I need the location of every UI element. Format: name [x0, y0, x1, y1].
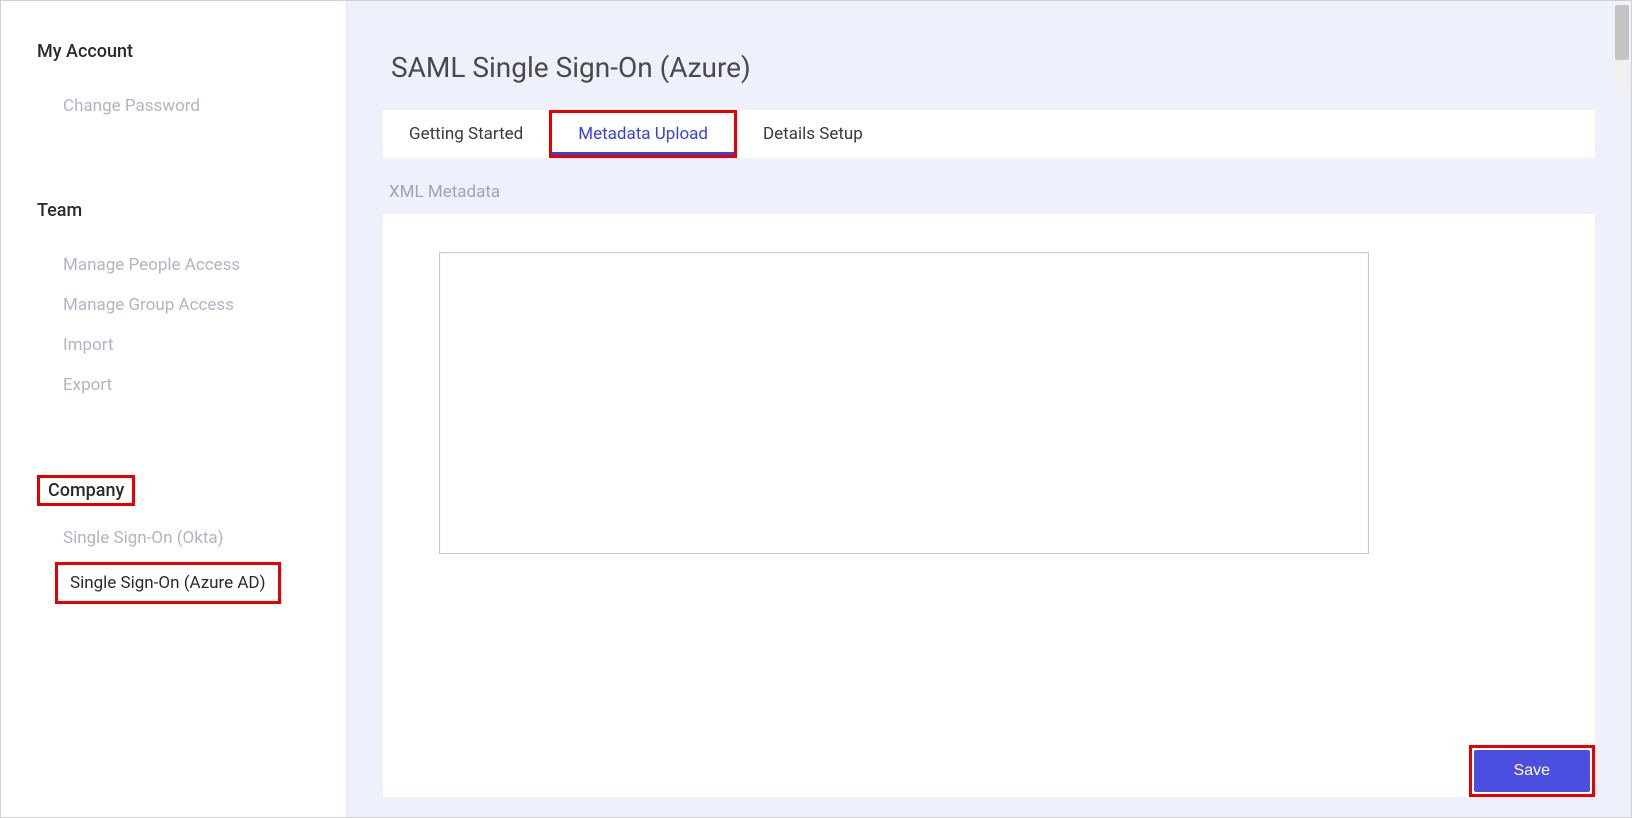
- sidebar-item-manage-group-access[interactable]: Manage Group Access: [37, 285, 326, 325]
- sidebar-item-export[interactable]: Export: [37, 365, 326, 405]
- scrollbar-thumb[interactable]: [1615, 5, 1629, 60]
- sidebar-item-sso-okta[interactable]: Single Sign-On (Okta): [37, 518, 326, 558]
- highlight-company-header: Company: [37, 475, 135, 506]
- sidebar-item-sso-azure-ad[interactable]: Single Sign-On (Azure AD): [66, 567, 270, 599]
- metadata-panel: [383, 214, 1595, 797]
- sidebar-item-manage-people-access[interactable]: Manage People Access: [37, 245, 326, 285]
- tab-getting-started[interactable]: Getting Started: [383, 110, 549, 158]
- save-button-wrapper: Save: [1469, 745, 1595, 797]
- sidebar-header-team: Team: [37, 196, 90, 225]
- tab-metadata-upload[interactable]: Metadata Upload: [549, 110, 737, 158]
- sidebar-item-change-password[interactable]: Change Password: [37, 86, 326, 126]
- sidebar: My Account Change Password Team Manage P…: [1, 1, 347, 817]
- app-container: My Account Change Password Team Manage P…: [0, 0, 1632, 818]
- sidebar-item-import[interactable]: Import: [37, 325, 326, 365]
- sidebar-section-company: Company Single Sign-On (Okta) Single Sig…: [37, 475, 326, 604]
- sidebar-header-my-account: My Account: [37, 37, 141, 66]
- highlight-sso-azure: Single Sign-On (Azure AD): [55, 562, 281, 604]
- tabs-bar: Getting Started Metadata Upload Details …: [383, 110, 1595, 158]
- xml-metadata-textarea[interactable]: [439, 252, 1369, 554]
- highlight-save-button: Save: [1469, 745, 1595, 797]
- sidebar-header-company: Company: [48, 480, 124, 501]
- xml-metadata-label: XML Metadata: [389, 182, 1595, 202]
- page-title: SAML Single Sign-On (Azure): [383, 51, 1595, 84]
- tab-details-setup[interactable]: Details Setup: [737, 110, 889, 158]
- main-content: SAML Single Sign-On (Azure) Getting Star…: [347, 1, 1631, 817]
- sidebar-section-team: Team Manage People Access Manage Group A…: [37, 196, 326, 405]
- sidebar-section-my-account: My Account Change Password: [37, 37, 326, 126]
- scrollbar[interactable]: [1615, 3, 1629, 93]
- save-button[interactable]: Save: [1474, 750, 1590, 792]
